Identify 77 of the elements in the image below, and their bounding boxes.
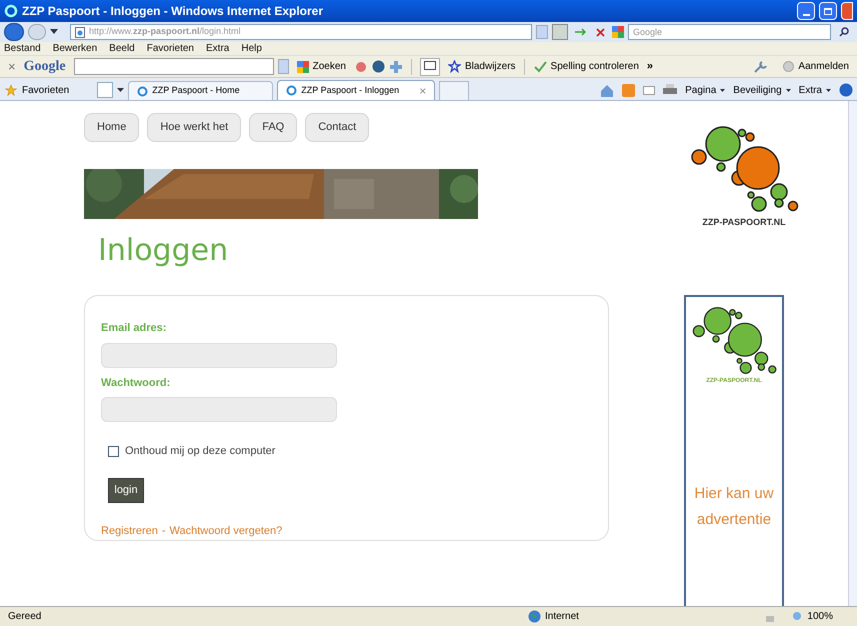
maximize-button[interactable]	[819, 2, 837, 20]
zoom-level[interactable]: 100%	[807, 609, 833, 624]
printer-icon[interactable]	[663, 84, 678, 96]
browser-icon	[286, 85, 298, 96]
browser-tab[interactable]: ZZP Paspoort - Home	[128, 81, 274, 100]
close-toolbar-button[interactable]: ×	[4, 56, 20, 76]
url-text: http://www.zzp-paspoort.nl/login.html	[89, 25, 241, 38]
menu-item[interactable]: Favorieten	[146, 41, 194, 56]
spellcheck-button[interactable]: Spelling controleren	[528, 59, 643, 74]
caret-icon	[720, 88, 726, 92]
checkmark-icon	[532, 60, 547, 72]
google-icon	[296, 60, 309, 72]
separator-text: -	[162, 524, 166, 538]
browser-icon	[4, 4, 18, 18]
star-icon	[448, 60, 461, 73]
back-button[interactable]	[4, 23, 24, 41]
command-menu[interactable]: Extra	[798, 82, 831, 98]
sign-in-button[interactable]: Aanmelden	[779, 59, 853, 74]
nav-button[interactable]: FAQ	[249, 113, 298, 142]
checkbox-label: Onthoud mij op deze computer	[125, 444, 276, 459]
menu-item[interactable]: Beeld	[109, 41, 135, 56]
close-button[interactable]	[841, 2, 853, 20]
plus-icon[interactable]	[388, 60, 403, 74]
search-icon	[839, 27, 849, 37]
page-icon	[75, 26, 85, 38]
search-field[interactable]: Google	[628, 24, 831, 40]
menu-item[interactable]: Bewerken	[52, 41, 98, 56]
close-icon	[596, 28, 604, 36]
menu-item[interactable]: Extra	[206, 41, 230, 56]
star-icon	[4, 84, 18, 96]
monitor-icon	[424, 61, 436, 72]
google-logo: Google	[24, 58, 66, 76]
new-tab-button[interactable]	[439, 81, 470, 100]
caret-icon	[786, 88, 791, 92]
tab-title: ZZP Paspoort - Inloggen	[301, 84, 400, 97]
input-field[interactable]	[101, 342, 337, 368]
window-title: ZZP Paspoort - Inloggen - Windows Internet Explorer	[22, 3, 324, 20]
security-zone: Internet	[545, 610, 580, 624]
field-label: Wachtwoord:	[101, 376, 172, 390]
command-menu[interactable]: Pagina	[685, 82, 726, 98]
compatibility-button[interactable]	[552, 24, 568, 40]
more-button[interactable]: »	[646, 58, 654, 75]
page-heading: Inloggen	[98, 232, 230, 270]
browser-tab[interactable]: ZZP Paspoort - Inloggen ×	[277, 80, 436, 100]
command-menu[interactable]: Beveiliging	[733, 82, 791, 98]
tab-close-button[interactable]: ×	[419, 82, 426, 100]
login-button[interactable]: login	[108, 478, 144, 502]
nav-button[interactable]: Home	[84, 113, 140, 142]
caret-icon[interactable]	[117, 88, 124, 93]
caret-icon[interactable]	[50, 29, 58, 35]
nav-button[interactable]: Contact	[305, 113, 370, 142]
logo-text: ZZP-PASPOORT.NL	[702, 216, 786, 229]
wrench-icon[interactable]	[753, 60, 768, 74]
search-button[interactable]: Zoeken	[292, 59, 350, 74]
field-label: Email adres:	[101, 321, 168, 336]
scrollbar[interactable]	[848, 101, 857, 606]
menu-item[interactable]: Help	[241, 41, 262, 56]
input-field[interactable]	[101, 397, 337, 422]
advertisement-text: Hier kan uw advertentie	[693, 484, 775, 530]
nav-button[interactable]: Hoe werkt het	[147, 113, 242, 142]
window-button[interactable]	[420, 58, 440, 76]
tab-title: ZZP Paspoort - Home	[152, 84, 241, 98]
dropdown-button[interactable]	[278, 59, 289, 74]
status-text: Gereed	[8, 610, 42, 624]
home-icon[interactable]	[600, 84, 614, 96]
refresh-icon	[574, 28, 586, 36]
browser-icon	[137, 86, 148, 96]
menu-item[interactable]: Bestand	[4, 41, 41, 56]
checkbox[interactable]	[108, 446, 119, 457]
caret-icon	[826, 88, 831, 92]
toolbar-search-field[interactable]	[74, 58, 274, 75]
dropdown-button[interactable]	[536, 25, 548, 39]
mail-icon[interactable]	[643, 86, 656, 94]
google-icon	[612, 26, 624, 38]
favorites-button[interactable]: Favorieten	[4, 80, 78, 100]
bookmarks-button[interactable]: Bladwijzers	[444, 59, 520, 74]
minimize-button[interactable]	[797, 2, 815, 20]
